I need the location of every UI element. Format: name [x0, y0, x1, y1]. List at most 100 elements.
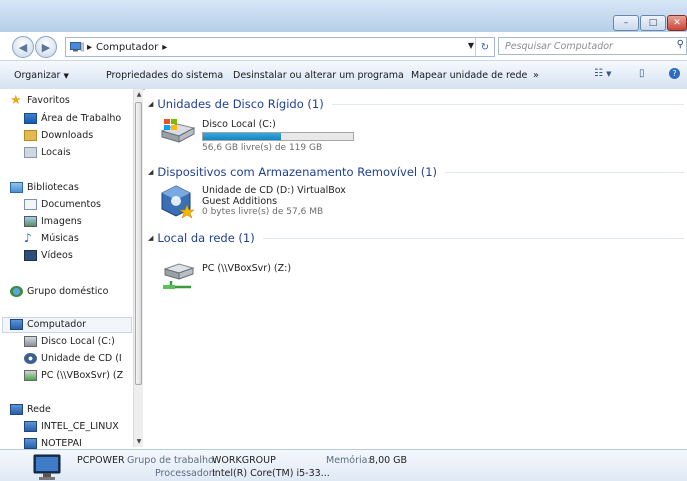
computer-name: PCPOWER	[77, 455, 125, 466]
organize-label: Organizar	[14, 70, 61, 81]
memory-label: Memória:	[326, 455, 371, 466]
navigation-bar: ◀ ▶ ▸ Computador ▸ ▼ ↻ Pesquisar Computa…	[0, 33, 687, 59]
help-icon: ?	[669, 68, 680, 79]
sidebar-item-videos[interactable]: Vídeos	[24, 250, 73, 261]
breadcrumb-separator-icon[interactable]: ▸	[162, 42, 167, 53]
drive-name: PC (\\VBoxSvr) (Z:)	[202, 263, 292, 274]
sidebar-item-label: Imagens	[41, 216, 82, 227]
more-commands-button[interactable]: »	[533, 70, 539, 81]
sidebar-item-libraries[interactable]: Bibliotecas	[10, 182, 79, 193]
minimize-button[interactable]: –	[613, 15, 639, 31]
maximize-button[interactable]: □	[640, 15, 666, 31]
hard-drive-icon	[160, 119, 196, 143]
scroll-down-icon[interactable]: ▼	[134, 438, 143, 445]
sidebar-item-local-disk[interactable]: Disco Local (C:)	[24, 336, 115, 347]
content-pane: ◢ Unidades de Disco Rígido (1) Disco Loc…	[145, 89, 687, 449]
sidebar-item-homegroup[interactable]: Grupo doméstico	[10, 286, 108, 297]
sidebar-item-label: Locais	[41, 147, 71, 158]
computer-icon	[24, 438, 37, 449]
group-header-removable[interactable]: ◢ Dispositivos com Armazenamento Removív…	[148, 165, 684, 179]
chevron-down-icon: ▼	[606, 70, 612, 78]
drive-item-cd[interactable]: Unidade de CD (D:) VirtualBox Guest Addi…	[161, 185, 346, 219]
processor-value: Intel(R) Core(TM) i5-33...	[212, 468, 330, 479]
drive-space-text: 56,6 GB livre(s) de 119 GB	[202, 143, 323, 153]
search-icon[interactable]: ⚲	[677, 39, 684, 50]
refresh-icon: ↻	[480, 41, 490, 53]
sidebar-item-label: Rede	[27, 404, 51, 415]
preview-pane-icon: ▯	[639, 68, 645, 79]
sidebar-item-places[interactable]: Locais	[24, 147, 71, 158]
sidebar-item-network[interactable]: Rede	[10, 404, 51, 415]
scroll-up-icon[interactable]: ▲	[134, 91, 143, 98]
address-bar[interactable]: ▸ Computador ▸ ▼ ↻	[65, 37, 495, 57]
hard-drive-icon	[24, 336, 37, 347]
disk-usage-fill	[203, 133, 281, 140]
collapse-triangle-icon[interactable]: ◢	[148, 234, 153, 242]
navigation-pane-scrollbar[interactable]: ▲ ▼	[133, 89, 143, 447]
group-title: Dispositivos com Armazenamento Removível…	[157, 165, 438, 179]
chevron-down-icon: ▼	[63, 72, 69, 80]
music-note-icon: ♪	[24, 231, 32, 245]
group-title: Local da rede (1)	[157, 231, 255, 245]
group-divider	[331, 103, 684, 105]
group-header-network-location[interactable]: ◢ Local da rede (1)	[148, 231, 684, 245]
network-drive-icon	[163, 263, 195, 289]
collapse-triangle-icon[interactable]: ◢	[148, 168, 153, 176]
computer-icon	[24, 421, 37, 432]
sidebar-item-desktop[interactable]: Área de Trabalho	[24, 113, 121, 124]
sidebar-item-label: Computador	[27, 319, 87, 330]
sidebar-item-computer[interactable]: Computador	[10, 319, 86, 330]
drive-name-continued: Guest Additions	[202, 196, 278, 207]
sidebar-item-network-drive[interactable]: PC (\\VBoxSvr) (Z	[24, 370, 123, 381]
sidebar-item-label: NOTEPAI	[41, 438, 82, 449]
group-header-hard-drives[interactable]: ◢ Unidades de Disco Rígido (1)	[148, 97, 684, 111]
sidebar-item-network-host[interactable]: NOTEPAI	[24, 438, 82, 449]
search-input[interactable]: Pesquisar Computador ⚲	[498, 37, 687, 55]
sidebar-item-images[interactable]: Imagens	[24, 216, 82, 227]
back-arrow-icon: ◀	[18, 40, 28, 54]
drive-item-network[interactable]: PC (\\VBoxSvr) (Z:)	[161, 261, 291, 291]
collapse-triangle-icon[interactable]: ◢	[148, 100, 153, 108]
sidebar-item-documents[interactable]: Documentos	[24, 199, 101, 210]
breadcrumb-computer[interactable]: Computador	[96, 42, 158, 53]
sidebar-item-favorites[interactable]: ★ Favoritos	[10, 94, 70, 107]
drive-item-local-disk[interactable]: Disco Local (C:) 56,6 GB livre(s) de 119…	[159, 119, 354, 154]
computer-icon	[70, 42, 84, 52]
help-button[interactable]: ?	[669, 68, 680, 79]
images-icon	[24, 216, 37, 227]
network-icon	[10, 404, 23, 415]
computer-monitor-icon	[33, 454, 61, 480]
organize-button[interactable]: Organizar ▼	[14, 70, 69, 81]
address-history-dropdown-icon[interactable]: ▼	[468, 41, 474, 50]
virtualbox-cd-icon	[161, 185, 195, 219]
close-icon: ✕	[673, 18, 681, 28]
sidebar-item-label: Documentos	[41, 199, 101, 210]
cd-drive-icon	[24, 353, 37, 364]
sidebar-item-label: Músicas	[41, 233, 79, 244]
preview-pane-button[interactable]: ▯	[639, 68, 645, 79]
map-network-drive-button[interactable]: Mapear unidade de rede	[411, 70, 527, 81]
uninstall-program-button[interactable]: Desinstalar ou alterar um programa	[233, 70, 404, 81]
downloads-folder-icon	[24, 130, 37, 141]
scrollbar-thumb[interactable]	[135, 102, 142, 385]
sidebar-item-label: Bibliotecas	[27, 182, 79, 193]
sidebar-item-downloads[interactable]: Downloads	[24, 130, 93, 141]
desktop-icon	[24, 113, 37, 124]
group-divider	[262, 237, 684, 239]
sidebar-item-music[interactable]: ♪ Músicas	[24, 231, 79, 245]
refresh-button[interactable]: ↻	[475, 38, 494, 56]
forward-button[interactable]: ▶	[35, 36, 57, 58]
sidebar-item-label: Favoritos	[27, 95, 70, 106]
sidebar-item-cd-drive[interactable]: Unidade de CD (I	[24, 353, 122, 364]
view-options-icon: ☷	[594, 68, 603, 79]
documents-icon	[24, 199, 37, 210]
system-properties-button[interactable]: Propriedades do sistema	[106, 70, 223, 81]
change-view-button[interactable]: ☷ ▼	[594, 68, 612, 79]
sidebar-item-label: Downloads	[41, 130, 94, 141]
back-button[interactable]: ◀	[12, 36, 34, 58]
sidebar-item-network-host[interactable]: INTEL_CE_LINUX	[24, 421, 119, 432]
sidebar-item-label: Grupo doméstico	[27, 286, 109, 297]
drive-space-text: 0 bytes livre(s) de 57,6 MB	[202, 207, 324, 217]
homegroup-icon	[10, 286, 23, 297]
close-button[interactable]: ✕	[667, 15, 687, 31]
